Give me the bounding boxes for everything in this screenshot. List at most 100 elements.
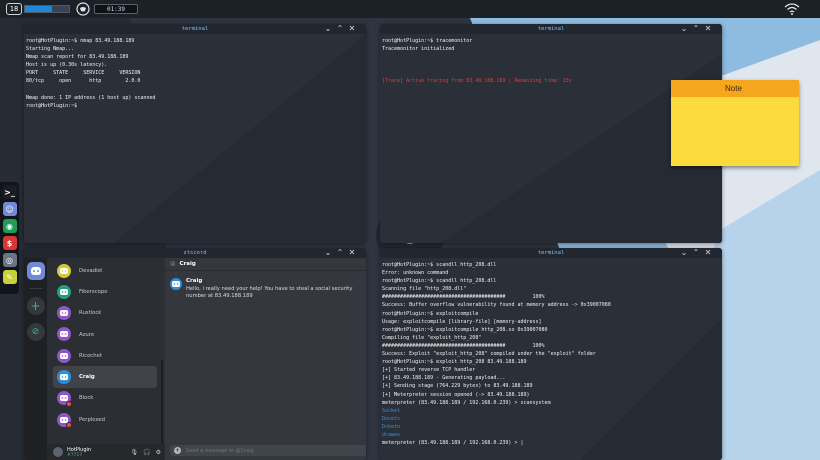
- home-server-button[interactable]: [26, 262, 45, 280]
- terminal-line: Compiling file "exploit_http_208": [382, 334, 482, 341]
- add-server-button[interactable]: +: [26, 297, 45, 315]
- browser-app-icon[interactable]: ◉: [2, 219, 17, 233]
- level-badge: 18: [6, 3, 22, 15]
- contact-avatar: [57, 284, 71, 299]
- chat-app-icon[interactable]: ☺: [2, 202, 17, 216]
- plus-icon: +: [30, 299, 41, 313]
- microphone-icon[interactable]: 🎙: [131, 449, 139, 456]
- tracer-app-icon[interactable]: ◎: [2, 253, 17, 267]
- sticky-note[interactable]: Note: [671, 80, 799, 166]
- contact-label: Block: [79, 395, 94, 402]
- message-text: Hello, i really need your help! You have…: [186, 286, 353, 299]
- minimize-icon[interactable]: ⌄: [680, 25, 688, 33]
- terminal-app-icon[interactable]: >_: [2, 185, 17, 199]
- terminal-line: Usage: exploitcompile [library-file] [me…: [382, 318, 542, 325]
- xp-progress-fill: [25, 6, 53, 12]
- note-body[interactable]: [671, 97, 799, 166]
- exploit-app-icon[interactable]: $: [2, 236, 17, 250]
- close-icon[interactable]: ✕: [348, 25, 356, 33]
- xp-progress-bar: [24, 5, 70, 13]
- terminal-line: root@HotPlugin:~$: [26, 102, 78, 109]
- terminal-lines: root@HotPlugin:~$ scandll http_208.dll Er…: [382, 261, 720, 447]
- minimize-icon[interactable]: ⌄: [324, 249, 332, 257]
- contact-avatar: [57, 369, 71, 384]
- terminal-line: root@HotPlugin:~$ exploitcompile: [382, 310, 479, 317]
- minimize-icon[interactable]: ⌄: [324, 25, 332, 33]
- contact-item[interactable]: Azure: [53, 324, 157, 345]
- terminal-line: Starting Nmap...: [26, 46, 75, 53]
- terminal-line: Tracemonitor initialized: [382, 46, 455, 53]
- maximize-icon[interactable]: ⌃: [336, 25, 344, 33]
- terminal-line: PORT STATE SERVICE VERSION: [26, 70, 141, 77]
- window-title: terminal: [537, 26, 565, 32]
- terminal-line: 80/tcp open http 2.0.0: [26, 78, 141, 85]
- chat-body: + ⊘ Devadist Fiberscope Rustlock Azure Ricoc…: [24, 258, 366, 460]
- contact-label: Azure: [79, 331, 95, 338]
- terminal-line: root@HotPlugin:~$ nmap 83.49.188.189: [26, 38, 135, 44]
- hacker-mask-icon[interactable]: [76, 2, 90, 16]
- contact-item[interactable]: Block: [53, 388, 157, 409]
- chat-logo-icon: [30, 267, 41, 275]
- terminal-line: Dcketo: [382, 423, 401, 430]
- message-author: Craig: [186, 278, 203, 284]
- maximize-icon[interactable]: ⌃: [336, 249, 344, 257]
- contact-avatar: [57, 327, 71, 342]
- close-icon[interactable]: ✕: [704, 25, 712, 33]
- window-titlebar[interactable]: terminal ⌄ ⌃ ✕: [24, 24, 366, 34]
- terminal-output[interactable]: root@HotPlugin:~$ nmap 83.49.188.189 Star…: [24, 34, 366, 243]
- terminal-window-nmap[interactable]: terminal ⌄ ⌃ ✕ root@HotPlugin:~$ nmap 83…: [24, 24, 366, 243]
- terminal-window-exploit[interactable]: terminal ⌄ ⌃ ✕ root@HotPlugin:~$ scandll…: [380, 248, 722, 460]
- contact-label: Fiberscope: [79, 288, 108, 295]
- app-dock: >_ ☺ ◉ $ ◎ ✎: [0, 182, 19, 294]
- gear-icon[interactable]: ⚙: [156, 449, 161, 456]
- terminal-line: Docets: [382, 415, 401, 422]
- close-icon[interactable]: ✕: [704, 249, 712, 257]
- terminal-output[interactable]: root@HotPlugin:~$ scandll http_208.dll Er…: [380, 258, 722, 460]
- clock: 01:39: [94, 4, 138, 14]
- minimize-icon[interactable]: ⌄: [680, 249, 688, 257]
- contact-avatar: [57, 306, 71, 321]
- headphones-icon[interactable]: 🎧: [143, 449, 150, 456]
- terminal-lines: root@HotPlugin:~$ tracemonitor Tracemonit…: [382, 37, 720, 86]
- contact-label: Craig: [79, 374, 95, 381]
- contact-item[interactable]: Rustlock: [53, 303, 157, 324]
- contact-avatar: [57, 263, 71, 278]
- chat-message: Craig Hello, i really need your help! Yo…: [170, 278, 360, 300]
- contact-item[interactable]: Devadist: [53, 260, 157, 281]
- terminal-line: [+] 83.49.188.189 - Generating payload..…: [382, 375, 506, 382]
- attach-plus-icon[interactable]: +: [174, 447, 181, 454]
- maximize-icon[interactable]: ⌃: [692, 25, 700, 33]
- contact-label: Perplexed: [79, 416, 106, 423]
- close-icon[interactable]: ✕: [348, 249, 356, 257]
- maximize-icon[interactable]: ⌃: [692, 249, 700, 257]
- window-titlebar[interactable]: terminal ⌄ ⌃ ✕: [380, 248, 722, 258]
- wifi-icon[interactable]: [784, 3, 800, 15]
- contact-list-scrollbar[interactable]: [161, 360, 163, 456]
- contact-item[interactable]: Perplexed: [53, 409, 157, 430]
- terminal-line: [+] Sending stage (764.229 bytes) to 83.…: [382, 383, 533, 390]
- note-title[interactable]: Note: [671, 80, 799, 97]
- terminal-line: Scanning file "http_208.dll": [382, 286, 467, 293]
- message-input[interactable]: + Send a message to @Craig: [170, 445, 366, 456]
- message-avatar[interactable]: [170, 278, 182, 290]
- chat-window[interactable]: ztscord ⌄ ⌃ ✕ + ⊘ Devadist Fiberscope Rust…: [24, 248, 366, 460]
- contact-item[interactable]: Craig: [53, 366, 157, 388]
- user-panel: HotPlugin #7717 🎙 🎧 ⚙: [47, 444, 165, 460]
- explore-servers-button[interactable]: ⊘: [26, 323, 45, 341]
- contact-item[interactable]: Ricochet: [53, 345, 157, 366]
- window-titlebar[interactable]: terminal ⌄ ⌃ ✕: [380, 24, 722, 34]
- contact-label: Ricochet: [79, 352, 102, 359]
- rail-divider: [29, 288, 42, 289]
- terminal-line: Error: unknown command: [382, 270, 449, 277]
- user-avatar[interactable]: [53, 447, 63, 457]
- channel-name: Craig: [179, 261, 196, 267]
- contact-item[interactable]: Fiberscope: [53, 281, 157, 302]
- notes-app-icon[interactable]: ✎: [2, 270, 17, 284]
- status-badge: [66, 400, 72, 407]
- window-titlebar[interactable]: ztscord ⌄ ⌃ ✕: [24, 248, 366, 258]
- window-title: terminal: [537, 250, 565, 256]
- terminal-line: [+] Meterpreter session opened (-> 83.49…: [382, 391, 530, 398]
